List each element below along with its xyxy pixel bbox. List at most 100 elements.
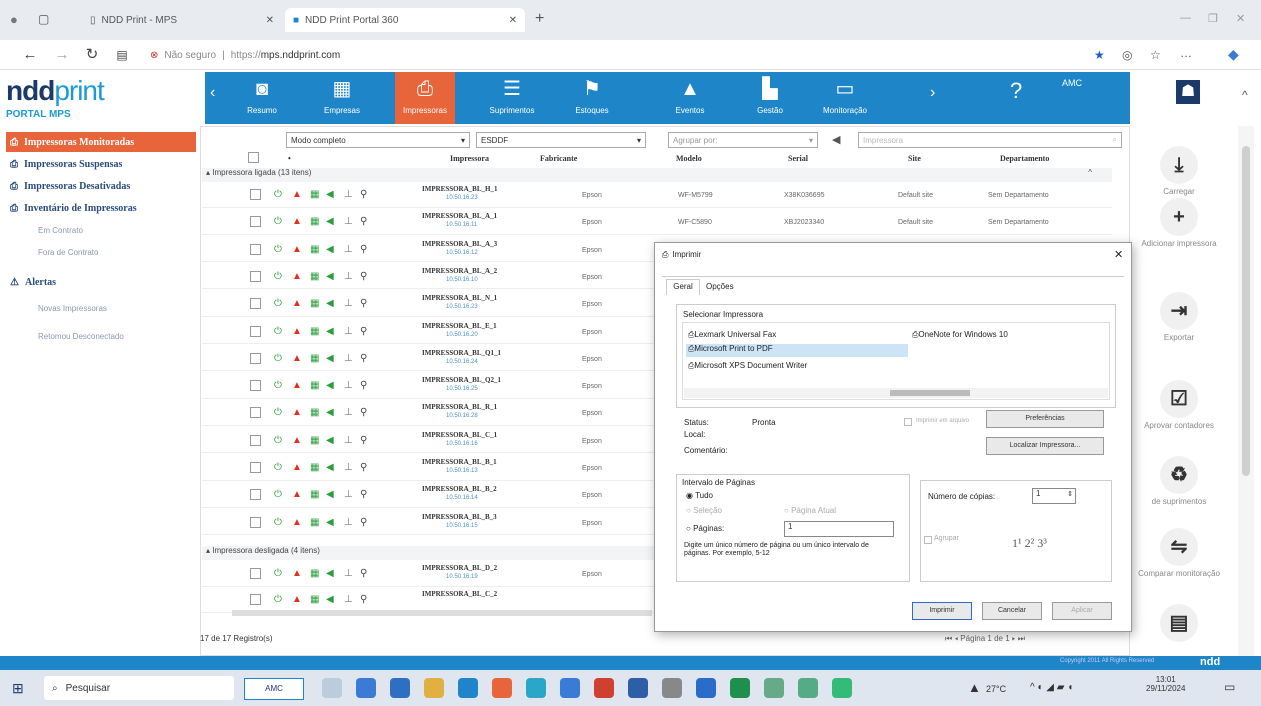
toner-icon[interactable]: ▦	[310, 595, 319, 605]
printer-name[interactable]: IMPRESSORA_BL_R_1	[422, 403, 497, 411]
location-icon[interactable]: ⚲	[360, 299, 367, 309]
col-fabricante[interactable]: Fabricante	[540, 154, 577, 163]
tray-icon[interactable]: ⊥	[344, 299, 353, 309]
refresh-icon[interactable]: ↻	[82, 46, 102, 64]
more-menu-icon[interactable]: …	[1180, 46, 1192, 60]
row-checkbox[interactable]	[250, 489, 261, 501]
user-avatar-icon[interactable]: ☗	[1176, 80, 1200, 104]
copies-stepper[interactable]: 1 ⇕	[1032, 488, 1076, 504]
copilot-icon[interactable]: ◆	[1228, 46, 1239, 63]
close-tab-icon[interactable]: ✕	[266, 15, 274, 26]
toner-icon[interactable]: ▦	[310, 435, 319, 446]
toner-icon[interactable]: ▦	[310, 326, 319, 337]
row-checkbox[interactable]	[250, 407, 261, 419]
printer-item-pdf[interactable]: ⎙Microsoft Print to PDF	[686, 344, 908, 357]
action-carregar[interactable]: ⤓ Carregar	[1134, 146, 1224, 196]
printer-name[interactable]: IMPRESSORA_BL_A_1	[422, 212, 497, 220]
sidebar-item-alertas[interactable]: ⚠ Alertas	[10, 272, 56, 292]
power-icon[interactable]: ⏻	[274, 244, 282, 255]
warning-icon[interactable]: ▲	[292, 490, 302, 500]
help-icon[interactable]: ?	[1010, 78, 1022, 104]
row-checkbox[interactable]	[250, 243, 261, 255]
col-departamento[interactable]: Departamento	[1000, 154, 1049, 163]
location-icon[interactable]: ⚲	[360, 517, 367, 528]
row-checkbox[interactable]	[250, 352, 261, 364]
row-checkbox[interactable]	[250, 216, 261, 228]
toner-icon[interactable]: ▦	[310, 190, 319, 200]
tray-icon[interactable]: ⊥	[344, 595, 353, 605]
task-view-icon[interactable]	[322, 678, 342, 698]
power-icon[interactable]: ⏻	[274, 190, 282, 200]
back-icon[interactable]: ←	[20, 46, 40, 64]
favorites-icon[interactable]: ☆	[1150, 48, 1161, 62]
notifications-icon[interactable]: ▭	[1224, 680, 1235, 694]
dialog-tab-opcoes[interactable]: Opções	[706, 282, 734, 291]
toner-icon[interactable]: ▦	[310, 490, 319, 500]
nav-estoques[interactable]: ⚑ Estoques	[562, 72, 622, 124]
close-window-icon[interactable]: ✕	[1236, 12, 1245, 25]
warning-icon[interactable]: ▲	[292, 299, 302, 309]
printer-name[interactable]: IMPRESSORA_BL_C_1	[422, 431, 497, 439]
tray-icon[interactable]: ⊥	[344, 463, 353, 473]
location-icon[interactable]: ⚲	[360, 408, 367, 418]
tray-icon[interactable]: ⊥	[344, 517, 353, 528]
toner-icon[interactable]: ▦	[310, 299, 319, 309]
power-icon[interactable]: ⏻	[274, 326, 282, 337]
tab-ndd-print-mps[interactable]: ▯ NDD Print - MPS ✕	[82, 8, 282, 32]
power-icon[interactable]: ⏻	[274, 271, 282, 282]
tray-icon[interactable]: ⊥	[344, 490, 353, 500]
printer-name[interactable]: IMPRESSORA_BL_E_1	[422, 322, 497, 330]
printer-name[interactable]: IMPRESSORA_BL_B_2	[422, 485, 497, 493]
nav-eventos[interactable]: ▲ Eventos	[660, 72, 720, 124]
power-icon[interactable]: ⏻	[274, 435, 282, 446]
supplies-icon[interactable]: ◀	[326, 595, 334, 605]
row-checkbox[interactable]	[250, 568, 261, 579]
warning-icon[interactable]: ▲	[292, 190, 302, 200]
location-icon[interactable]: ⚲	[360, 435, 367, 446]
settings-icon[interactable]	[662, 678, 682, 698]
warning-icon[interactable]: ▲	[292, 271, 302, 282]
warning-icon[interactable]: ▲	[292, 408, 302, 418]
warning-icon[interactable]: ▲	[292, 435, 302, 446]
taskbar-search[interactable]: ⌕ Pesquisar	[44, 676, 234, 700]
table-row[interactable]: ⏻ ▲ ▦ ◀ ⊥ ⚲ IMPRESSORA_BL_H_1 10.50.16.23 Epson W…	[202, 183, 1112, 208]
status-sort-icon[interactable]: •	[288, 154, 291, 163]
row-checkbox[interactable]	[250, 516, 261, 528]
taskbar-app-icon[interactable]	[356, 678, 376, 698]
dialog-tab-geral[interactable]: Geral	[666, 279, 700, 295]
tray-icon[interactable]: ⊥	[344, 326, 353, 337]
group-header-on[interactable]: ▴ Impressora ligada (13 itens) ^	[202, 168, 1112, 182]
location-icon[interactable]: ⚲	[360, 490, 367, 500]
toner-icon[interactable]: ▦	[310, 517, 319, 528]
sidebar-item-inventario[interactable]: ⎙ Inventário de Impressoras	[10, 198, 137, 218]
chrome-icon[interactable]	[832, 678, 852, 698]
tray-icon[interactable]: ⊥	[344, 569, 353, 579]
tray-icon[interactable]: ⊥	[344, 353, 353, 364]
warning-icon[interactable]: ▲	[292, 326, 302, 337]
sidebar-item-monitoradas[interactable]: ⎙ Impressoras Monitoradas	[6, 132, 196, 152]
printer-name[interactable]: IMPRESSORA_BL_C_2	[422, 590, 497, 598]
find-printer-button[interactable]: Localizar Impressora...	[986, 437, 1104, 455]
toner-icon[interactable]: ▦	[310, 569, 319, 579]
taskbar-app-icon[interactable]	[594, 678, 614, 698]
power-icon[interactable]: ⏻	[274, 569, 282, 579]
printer-name[interactable]: IMPRESSORA_BL_A_2	[422, 267, 497, 275]
printer-name[interactable]: IMPRESSORA_BL_B_1	[422, 458, 497, 466]
mail-icon[interactable]	[458, 678, 478, 698]
collapse-icon[interactable]: ^	[1242, 88, 1248, 102]
location-icon[interactable]: ⚲	[360, 463, 367, 473]
location-icon[interactable]: ⚲	[360, 271, 367, 282]
tray-icon[interactable]: ⊥	[344, 381, 353, 391]
edge-icon[interactable]	[526, 678, 546, 698]
col-impressora[interactable]: Impressora	[450, 154, 489, 163]
taskbar-app-icon[interactable]	[628, 678, 648, 698]
warning-icon[interactable]: ▲	[292, 381, 302, 391]
power-icon[interactable]: ⏻	[274, 595, 282, 605]
supplies-icon[interactable]: ◀	[326, 190, 334, 200]
row-checkbox[interactable]	[250, 380, 261, 392]
tray-icon[interactable]: ⊥	[344, 271, 353, 282]
dialog-close-icon[interactable]: ✕	[1114, 248, 1123, 261]
firefox-icon[interactable]	[492, 678, 512, 698]
tray-icons[interactable]: ^ ◐ ◢ ▰ ◖	[1030, 682, 1073, 693]
radio-current-page[interactable]: ○ Página Atual	[784, 506, 836, 515]
